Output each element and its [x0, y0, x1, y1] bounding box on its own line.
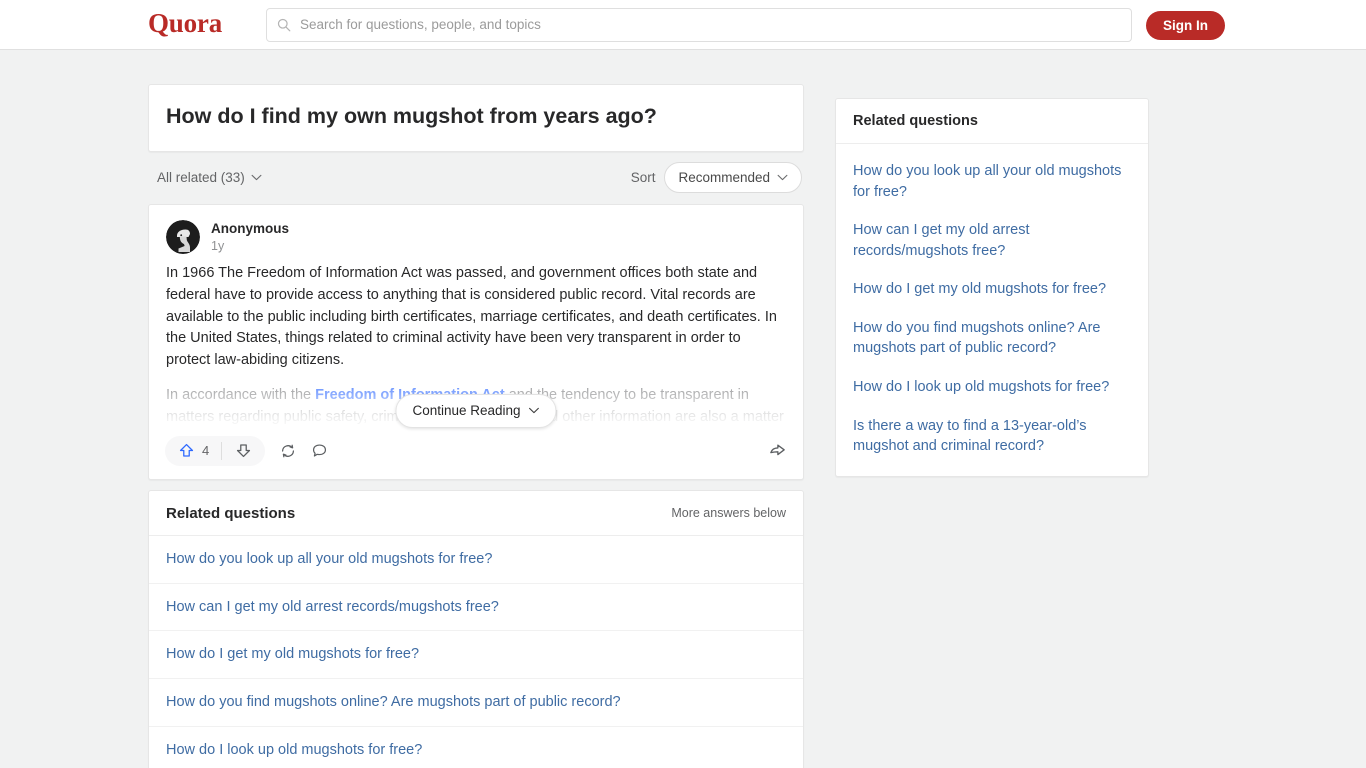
comment-icon[interactable] — [311, 442, 328, 459]
vote-pill: 4 — [165, 435, 266, 466]
search-icon — [277, 18, 291, 32]
continue-reading-label: Continue Reading — [412, 402, 521, 418]
answer-card: Anonymous 1y In 1966 The Freedom of Info… — [148, 203, 804, 480]
list-item[interactable]: How do I look up old mugshots for free? — [149, 727, 803, 768]
repost-icon[interactable] — [279, 442, 297, 460]
all-related-dropdown[interactable]: All related (33) — [157, 170, 262, 185]
author-name[interactable]: Anonymous — [211, 220, 289, 238]
sidebar: Related questions How do you look up all… — [835, 98, 1149, 477]
sidebar-item-5[interactable]: Is there a way to find a 13-year-old’s m… — [836, 407, 1148, 466]
site-header: Quora Search for questions, people, and … — [0, 0, 1366, 50]
downvote-icon — [235, 442, 252, 459]
sidebar-list: How do you look up all your old mugshots… — [836, 144, 1148, 476]
sidebar-item-1[interactable]: How can I get my old arrest records/mugs… — [836, 211, 1148, 270]
upvote-button[interactable]: 4 — [165, 442, 221, 459]
list-item[interactable]: How can I get my old arrest records/mugs… — [149, 584, 803, 632]
sort-label: Sort — [630, 170, 656, 186]
author-meta: Anonymous 1y — [211, 220, 289, 255]
paragraph-2-pre: In accordance with the — [166, 386, 316, 403]
share-icon[interactable] — [768, 441, 787, 460]
list-item[interactable]: How do I get my old mugshots for free? — [149, 631, 803, 680]
answer-body: In 1966 The Freedom of Information Act w… — [149, 255, 803, 432]
chevron-down-icon — [777, 174, 788, 181]
sidebar-item-4[interactable]: How do I look up old mugshots for free? — [836, 368, 1148, 407]
answer-truncated-region: In accordance with the Freedom of Inform… — [166, 371, 786, 432]
list-item[interactable]: How do you look up all your old mugshots… — [149, 536, 803, 584]
main-column: How do I find my own mugshot from years … — [148, 84, 804, 768]
sign-in-button[interactable]: Sign In — [1146, 11, 1225, 40]
sidebar-item-2[interactable]: How do I get my old mugshots for free? — [836, 270, 1148, 309]
answer-author-row: Anonymous 1y — [149, 205, 803, 255]
answer-timestamp: 1y — [211, 239, 225, 254]
quora-logo[interactable]: Quora — [148, 8, 222, 39]
sidebar-title: Related questions — [836, 99, 1148, 144]
chevron-down-icon — [529, 407, 540, 414]
page-title: How do I find my own mugshot from years … — [166, 104, 657, 128]
search-input[interactable]: Search for questions, people, and topics — [266, 8, 1132, 42]
sort-dropdown[interactable]: Recommended — [664, 162, 802, 194]
sidebar-item-3[interactable]: How do you find mugshots online? Are mug… — [836, 309, 1148, 368]
downvote-button[interactable] — [222, 442, 265, 459]
answer-paragraph-1: In 1966 The Freedom of Information Act w… — [166, 265, 777, 369]
sidebar-item-0[interactable]: How do you look up all your old mugshots… — [836, 152, 1148, 211]
answer-action-bar: 4 — [149, 432, 803, 479]
related-questions-header: Related questions More answers below — [149, 491, 803, 536]
list-item[interactable]: How do you find mugshots online? Are mug… — [149, 679, 803, 728]
avatar[interactable] — [166, 220, 200, 255]
related-questions-card: Related questions More answers below How… — [148, 489, 804, 768]
continue-reading-button[interactable]: Continue Reading — [395, 393, 557, 428]
upvote-count: 4 — [202, 443, 210, 459]
question-card: How do I find my own mugshot from years … — [148, 84, 804, 152]
sidebar-related-questions-card: Related questions How do you look up all… — [835, 98, 1149, 477]
answer-actions-left: 4 — [165, 435, 328, 466]
related-questions-title: Related questions — [166, 504, 296, 522]
all-related-label: All related (33) — [157, 170, 245, 186]
chevron-down-icon — [251, 174, 262, 181]
filter-bar: All related (33) Sort Recommended — [148, 152, 804, 204]
sort-value: Recommended — [678, 170, 770, 186]
search-placeholder: Search for questions, people, and topics — [300, 17, 541, 33]
sort-control: Sort Recommended — [630, 162, 802, 194]
upvote-icon — [178, 442, 195, 459]
page-body: How do I find my own mugshot from years … — [0, 50, 1366, 768]
more-answers-below-label[interactable]: More answers below — [671, 506, 786, 520]
